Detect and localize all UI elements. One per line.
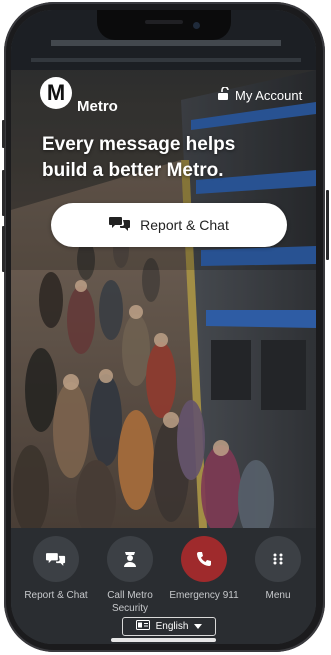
tab-emergency-911[interactable]: Emergency 911	[169, 536, 239, 602]
power-button	[326, 190, 329, 260]
mute-switch	[2, 120, 5, 148]
translate-icon	[135, 620, 150, 633]
menu-tab-label: Menu	[265, 590, 291, 601]
call-security-tab-label: Call Metro Security	[107, 590, 153, 614]
report-chat-tab-button[interactable]	[33, 536, 79, 582]
chat-bubbles-icon	[46, 552, 66, 566]
report-chat-button[interactable]: Report & Chat	[51, 203, 287, 247]
hero-headline: Every message helps build a better Metro…	[42, 134, 236, 181]
volume-down-button	[2, 226, 5, 272]
app-screen: M Metro My Account Every message helps b…	[11, 10, 316, 644]
emergency-911-tab-label: Emergency 911	[169, 590, 239, 601]
earpiece-speaker	[145, 20, 183, 24]
tab-report-chat[interactable]: Report & Chat	[21, 536, 91, 602]
metro-logo[interactable]: M	[40, 77, 72, 109]
call-security-tab-button[interactable]	[107, 536, 153, 582]
menu-tab-button[interactable]	[255, 536, 301, 582]
report-chat-tab-label: Report & Chat	[24, 590, 88, 601]
report-chat-label: Report & Chat	[140, 217, 229, 233]
my-account-link[interactable]: My Account	[217, 86, 303, 103]
unlock-icon	[217, 86, 229, 103]
volume-up-button	[2, 170, 5, 216]
security-officer-icon	[124, 552, 136, 567]
my-account-label: My Account	[235, 87, 303, 103]
caret-down-icon	[194, 621, 203, 632]
front-camera	[193, 22, 200, 29]
phone-notch	[97, 10, 231, 40]
tab-menu[interactable]: Menu	[243, 536, 313, 602]
grid-dots-icon	[273, 553, 283, 565]
phone-icon	[197, 552, 211, 566]
home-indicator	[111, 638, 216, 642]
emergency-911-tab-button[interactable]	[181, 536, 227, 582]
language-selector[interactable]: English	[122, 617, 216, 636]
language-label: English	[155, 621, 189, 632]
metro-logo-text: Metro	[77, 98, 118, 115]
tab-call-security[interactable]: Call Metro Security	[95, 536, 165, 615]
chat-bubbles-icon	[109, 216, 131, 235]
